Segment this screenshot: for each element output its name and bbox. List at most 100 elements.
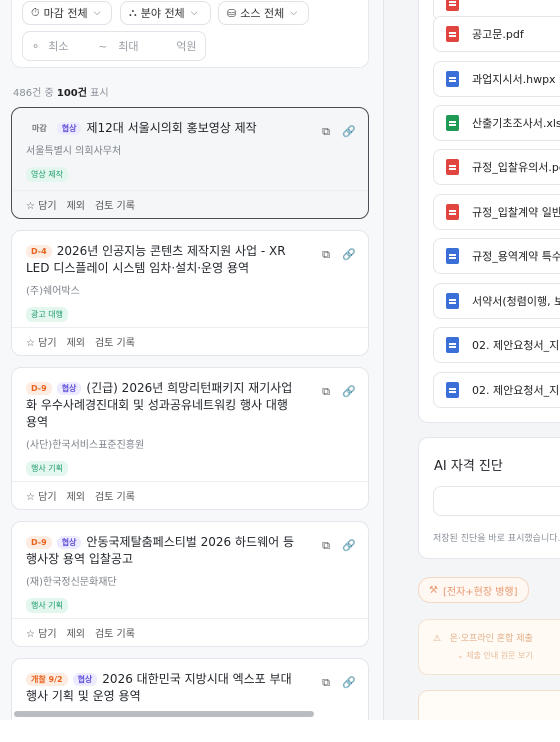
- hwp-file-icon: [446, 337, 459, 353]
- method-badge: 협상: [56, 122, 82, 135]
- submission-warning: ⚠ 온·오프라인 혼합 제출 ⌄ 제출 안내 원문 보기: [418, 619, 560, 675]
- source-filter[interactable]: ⛁ 소스 전체 ⌵: [218, 1, 309, 25]
- deadline-badge: D-9: [26, 536, 52, 549]
- category-icon: ⛬: [129, 6, 137, 19]
- link-icon[interactable]: 🔗: [342, 249, 356, 261]
- filter-bar: ⏱ 마감 전체 ⌵ ⛬ 분야 전체 ⌵ ⛁ 소스 전체 ⌵ ⚬ 최소 ~ 최대 …: [11, 0, 369, 68]
- method-badge: 협상: [72, 673, 98, 686]
- attachment-item[interactable]: 02. 제안요청서_지방시대 부대행사.hwpx: [433, 372, 560, 408]
- copy-icon[interactable]: ⧉: [320, 249, 332, 261]
- attachment-item[interactable]: 서약서(청렴이행, 보안).hwpx: [433, 283, 560, 319]
- file-name: 공고문.pdf: [472, 28, 524, 41]
- view-original-link[interactable]: ⌄ 제출 안내 원문 보기: [457, 650, 560, 661]
- category-filter[interactable]: ⛬ 분야 전체 ⌵: [120, 1, 211, 25]
- review-log-button[interactable]: 검토 기록: [95, 625, 135, 640]
- bid-title[interactable]: 제12대 서울시의회 홍보영상 제작: [86, 121, 256, 135]
- attachment-item[interactable]: 규정_입찰계약 일반조건.pdf: [433, 194, 560, 230]
- file-name: 02. 제안요청서_지방시대 부대행사.hwpx: [472, 384, 560, 397]
- warning-text: 온·오프라인 혼합 제출: [449, 634, 533, 644]
- ai-eligibility-title: AI 자격 진단: [434, 459, 503, 474]
- deadline-filter-label: 마감 전체: [43, 7, 88, 20]
- copy-icon[interactable]: ⧉: [320, 677, 332, 689]
- file-name: 규정_입찰유의서.pdf: [472, 161, 560, 174]
- file-name: 규정_용역계약 특수조건.hwpx: [472, 250, 560, 263]
- method-badge: 협상: [56, 536, 82, 549]
- result-count: 486건 중 100건 표시: [13, 88, 109, 99]
- link-icon[interactable]: 🔗: [342, 677, 356, 689]
- budget-range-input[interactable]: ⚬ 최소 ~ 최대 억원: [22, 31, 206, 61]
- bid-card[interactable]: D-9 협상 안동국제탈춤페스티벌 2026 하드웨어 등 행사장 용역 입찰공고 …: [11, 521, 369, 647]
- spreadsheet-file-icon: [446, 115, 459, 131]
- bid-card[interactable]: D-4 2026년 인공지능 콘텐츠 제작지원 사업 - XR LED 디스플레이…: [11, 230, 369, 356]
- pdf-file-icon: [446, 204, 459, 220]
- attachment-item[interactable]: 과업지시서.hwpx: [433, 61, 560, 97]
- category-tag: 영상 제작: [26, 167, 68, 182]
- bid-org: 서울특별시 의회사무처: [26, 146, 122, 157]
- attachment-item[interactable]: 02. 제안요청서_지방시대.hwpx: [433, 327, 560, 363]
- pdf-file-icon: [446, 159, 459, 175]
- ai-note: 저장된 진단을 바로 표시했습니다.: [433, 534, 560, 544]
- hwp-file-icon: [446, 382, 459, 398]
- deadline-badge: 개찰 9/2: [26, 673, 68, 686]
- chevron-down-icon: ⌵: [190, 8, 198, 18]
- link-icon[interactable]: 🔗: [342, 126, 356, 138]
- deadline-badge: D-4: [26, 245, 52, 258]
- link-icon[interactable]: 🔗: [342, 540, 356, 552]
- attachment-item[interactable]: 산출기초조사서.xlsx: [433, 105, 560, 141]
- save-button[interactable]: ☆ 담기: [26, 197, 57, 212]
- copy-icon[interactable]: ⧉: [320, 540, 332, 552]
- bottom-strip: [0, 720, 560, 742]
- ai-diagnosis-button[interactable]: [433, 486, 560, 516]
- hwp-file-icon: [446, 71, 459, 87]
- budget-min-placeholder[interactable]: 최소: [48, 38, 98, 54]
- deadline-badge: D-9: [26, 382, 52, 395]
- budget-unit: 억원: [176, 40, 197, 53]
- ai-eligibility-card: AI 자격 진단 저장된 진단을 바로 표시했습니다.: [418, 437, 560, 559]
- deadline-badge: 마감: [32, 124, 47, 133]
- bid-org: (주)쉐어박스: [26, 286, 80, 297]
- file-name: 02. 제안요청서_지방시대.hwpx: [472, 339, 560, 352]
- method-badge: 협상: [56, 382, 82, 395]
- deadline-filter[interactable]: ⏱ 마감 전체 ⌵: [22, 1, 112, 25]
- bid-card[interactable]: 마감 협상 제12대 서울시의회 홍보영상 제작 서울특별시 의회사무처 영상 제작…: [11, 107, 369, 219]
- save-button[interactable]: ☆ 담기: [26, 488, 57, 503]
- bid-org: (재)한국정신문화재단: [26, 577, 117, 588]
- review-log-button[interactable]: 검토 기록: [95, 334, 135, 349]
- category-tag: 광고 대행: [26, 307, 68, 322]
- save-button[interactable]: ☆ 담기: [26, 625, 57, 640]
- warning-icon: ⚠: [433, 634, 442, 644]
- file-name: 서약서(청렴이행, 보안).hwpx: [472, 295, 560, 308]
- wrench-icon: ⚒: [429, 584, 438, 596]
- file-name: 규정_입찰계약 일반조건.pdf: [472, 206, 560, 219]
- copy-icon[interactable]: ⧉: [320, 126, 332, 138]
- link-icon[interactable]: 🔗: [342, 386, 356, 398]
- attachment-list: 공고문.pdf 과업지시서.hwpx 산출기초조사서.xlsx 규정_입찰유의서…: [418, 0, 560, 423]
- time-icon: ⏱: [31, 6, 40, 19]
- detail-panel: 공고문.pdf 과업지시서.hwpx 산출기초조사서.xlsx 규정_입찰유의서…: [400, 0, 560, 730]
- database-icon: ⛁: [227, 6, 237, 20]
- category-tag: 행사 기획: [26, 598, 68, 613]
- file-name: 산출기초조사서.xlsx: [472, 117, 560, 130]
- source-filter-label: 소스 전체: [240, 7, 285, 20]
- copy-icon[interactable]: ⧉: [320, 386, 332, 398]
- budget-max-placeholder[interactable]: 최대: [118, 38, 176, 54]
- review-log-button[interactable]: 검토 기록: [95, 197, 135, 212]
- category-tag: 행사 기획: [26, 461, 68, 476]
- exclude-button[interactable]: 제외: [67, 197, 85, 212]
- chevron-down-icon: ⌵: [290, 8, 298, 18]
- attachment-item[interactable]: 규정_용역계약 특수조건.hwpx: [433, 238, 560, 274]
- bid-card[interactable]: D-9 협상 (긴급) 2026년 희망리턴패키지 재기사업화 우수사례경진대회 및…: [11, 367, 369, 510]
- submission-method-pill: ⚒ [전자+현장 병행]: [418, 577, 529, 603]
- attachment-item[interactable]: 규정_입찰유의서.pdf: [433, 149, 560, 185]
- exclude-button[interactable]: 제외: [67, 334, 85, 349]
- range-separator: ~: [98, 39, 108, 53]
- save-button[interactable]: ☆ 담기: [26, 334, 57, 349]
- pdf-file-icon: [446, 26, 459, 42]
- hwp-file-icon: [446, 248, 459, 264]
- exclude-button[interactable]: 제외: [67, 625, 85, 640]
- review-log-button[interactable]: 검토 기록: [95, 488, 135, 503]
- exclude-button[interactable]: 제외: [67, 488, 85, 503]
- bid-title[interactable]: 2026년 인공지능 콘텐츠 제작지원 사업 - XR LED 디스플레이 시스…: [26, 244, 286, 275]
- attachment-item[interactable]: 공고문.pdf: [433, 16, 560, 52]
- horizontal-scrollbar[interactable]: [14, 711, 314, 717]
